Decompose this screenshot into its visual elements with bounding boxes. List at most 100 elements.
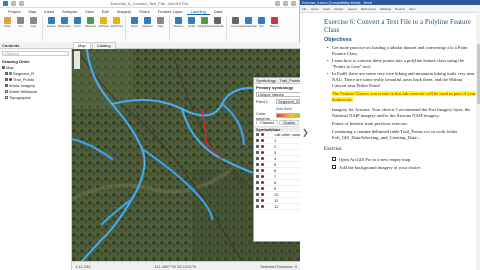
class-symbol-icon[interactable]	[261, 163, 264, 166]
layer-visibility-checkbox[interactable]	[2, 65, 5, 69]
doc-tab-references[interactable]: References	[361, 7, 376, 11]
menu-insert[interactable]: Insert	[40, 9, 58, 14]
class-checkbox[interactable]	[256, 199, 259, 202]
class-symbol-icon[interactable]	[261, 139, 264, 142]
tab-classes[interactable]: Classes	[256, 120, 279, 125]
class-symbol-icon[interactable]	[261, 199, 264, 202]
locate-button[interactable]: Locate	[186, 17, 197, 30]
close-icon[interactable]	[291, 1, 296, 6]
scrollbar-thumb[interactable]	[476, 44, 480, 104]
bookmarks-button[interactable]: Bookmarks	[58, 17, 71, 30]
cut-button[interactable]: Cut	[15, 17, 26, 30]
convert-button[interactable]: Convert	[230, 17, 241, 30]
doc-tab-insert[interactable]: Insert	[323, 7, 331, 11]
go-to-icon	[74, 17, 81, 24]
doc-tab-layout[interactable]: Layout	[348, 7, 357, 11]
menu-feature-layer[interactable]: Feature Layer	[154, 9, 187, 14]
menu-map[interactable]: Map	[24, 9, 40, 14]
copy-button[interactable]: Copy	[28, 17, 39, 30]
ribbon: Paste Cut Copy Explore Bookmarks Go To Basemap…	[0, 15, 299, 43]
class-checkbox[interactable]	[256, 187, 259, 190]
tab-scales[interactable]: Scales	[279, 120, 300, 125]
add-field-link[interactable]: Add field	[276, 106, 292, 111]
class-symbol-icon[interactable]	[261, 151, 264, 154]
checkbox[interactable]	[332, 157, 336, 161]
remove-button[interactable]: Remove	[269, 17, 280, 30]
attributes-button[interactable]: Attributes	[142, 17, 153, 30]
doc-tab-home[interactable]: Home	[311, 7, 319, 11]
layer-visibility-checkbox[interactable]	[5, 89, 8, 93]
class-checkbox[interactable]	[256, 139, 259, 142]
doc-tab-view[interactable]: View	[409, 7, 415, 11]
basemap-button[interactable]: Basemap	[85, 17, 96, 30]
class-symbol-icon[interactable]	[261, 157, 264, 160]
download-map-button[interactable]: Download Map	[240, 17, 257, 30]
doc-scrollbar[interactable]	[476, 14, 480, 270]
step-text: Add the background imagery of your choic…	[339, 164, 422, 170]
tab-catalog[interactable]: Catalog	[91, 41, 116, 49]
class-symbol-icon[interactable]	[261, 181, 264, 184]
nav-arrow-icon[interactable]: ❯	[302, 128, 309, 137]
doc-tab-review[interactable]: Review	[395, 7, 405, 11]
sync-button[interactable]: Sync	[256, 17, 267, 30]
attributes-label: Attributes	[142, 25, 153, 28]
remove-label: Remove	[269, 25, 280, 28]
convert-label: Convert	[231, 25, 240, 28]
doc-tab-design[interactable]: Design	[334, 7, 343, 11]
menu-edit[interactable]: Edit	[98, 9, 113, 14]
minimize-icon[interactable]	[275, 1, 280, 6]
checkbox[interactable]	[332, 165, 336, 169]
layer-visibility-checkbox[interactable]	[5, 77, 8, 81]
redo-icon[interactable]	[19, 1, 24, 6]
go-to-button[interactable]: Go To	[72, 17, 83, 30]
menu-project[interactable]: Project	[4, 9, 24, 14]
class-checkbox[interactable]	[256, 193, 259, 196]
class-checkbox[interactable]	[256, 151, 259, 154]
maximize-icon[interactable]	[283, 1, 288, 6]
class-symbol-icon[interactable]	[261, 133, 264, 136]
search-placeholder: Search	[6, 51, 19, 56]
class-symbol-icon[interactable]	[261, 175, 264, 178]
menu-view[interactable]: View	[81, 9, 98, 14]
contents-pane: ⌕ Search Drawing Order Map Segment_R Trail…	[0, 49, 72, 270]
add-preset-button[interactable]: Add Preset	[110, 17, 123, 30]
menu-imagery[interactable]: Imagery	[113, 9, 135, 14]
class-symbol-icon[interactable]	[261, 169, 264, 172]
class-checkbox[interactable]	[256, 205, 259, 208]
paste-button[interactable]: Paste	[2, 17, 13, 30]
menu-labeling[interactable]: Labeling	[186, 9, 210, 15]
layer-visibility-checkbox[interactable]	[5, 83, 8, 87]
clear-button[interactable]: Clear	[155, 17, 166, 30]
contents-search-input[interactable]: ⌕ Search	[2, 51, 69, 56]
select-button[interactable]: Select	[129, 17, 140, 30]
class-checkbox[interactable]	[256, 181, 259, 184]
add-data-button[interactable]: Add Data	[98, 17, 109, 30]
bookmarks-label: Bookmarks	[58, 25, 71, 28]
menu-data[interactable]: Data	[210, 9, 226, 14]
class-checkbox[interactable]	[256, 157, 259, 160]
class-symbol-icon[interactable]	[261, 205, 264, 208]
scale-display[interactable]: 1:12,345	[75, 264, 91, 269]
doc-tab-file[interactable]: File	[302, 7, 307, 11]
measure-button[interactable]: Measure	[173, 17, 184, 30]
class-checkbox[interactable]	[256, 175, 259, 178]
coordinate-button[interactable]: Coordinate	[211, 17, 224, 30]
layer-visibility-checkbox[interactable]	[5, 95, 8, 99]
explore-button[interactable]: Explore	[46, 17, 57, 30]
class-symbol-icon[interactable]	[261, 145, 264, 148]
class-checkbox[interactable]	[256, 145, 259, 148]
class-checkbox[interactable]	[256, 133, 259, 136]
layer-visibility-checkbox[interactable]	[5, 71, 8, 75]
infographics-button[interactable]: Infographics	[198, 17, 211, 30]
class-symbol-icon[interactable]	[261, 193, 264, 196]
doc-tab-mailings[interactable]: Mailings	[380, 7, 391, 11]
primary-symbology-label: Primary symbology	[256, 85, 294, 90]
layer-item[interactable]: Topographic	[2, 94, 69, 100]
tab-map[interactable]: Map	[73, 41, 91, 49]
menu-analysis[interactable]: Analysis	[58, 9, 81, 14]
menu-share[interactable]: Share	[135, 9, 154, 14]
class-checkbox[interactable]	[256, 163, 259, 166]
class-symbol-icon[interactable]	[261, 187, 264, 190]
class-checkbox[interactable]	[256, 169, 259, 172]
undo-icon[interactable]	[11, 1, 16, 6]
